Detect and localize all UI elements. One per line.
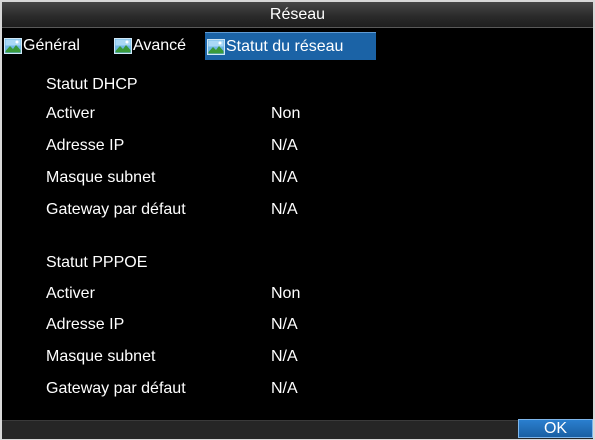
dhcp-subnet-value: N/A bbox=[271, 169, 298, 186]
network-dialog: Réseau Général Avancé Statut du réseau S… bbox=[0, 0, 595, 440]
pppoe-enable-value: Non bbox=[271, 285, 301, 302]
dhcp-section-heading: Statut DHCP bbox=[46, 74, 546, 96]
tab-bar: Général Avancé Statut du réseau bbox=[2, 32, 593, 60]
pppoe-enable-label: Activer bbox=[46, 285, 95, 302]
dialog-title: Réseau bbox=[269, 6, 326, 23]
pppoe-heading: Statut PPPOE bbox=[46, 254, 148, 271]
dhcp-ip-label: Adresse IP bbox=[46, 137, 125, 154]
network-tab-icon bbox=[207, 38, 225, 55]
network-tab-icon bbox=[4, 38, 22, 54]
tab-general[interactable]: Général bbox=[2, 32, 109, 60]
pppoe-subnet-label: Masque subnet bbox=[46, 348, 156, 365]
pppoe-section-heading: Statut PPPOE bbox=[46, 252, 546, 274]
dhcp-gateway-label: Gateway par défaut bbox=[46, 201, 186, 218]
ok-button[interactable]: OK bbox=[518, 419, 593, 438]
tab-network-status[interactable]: Statut du réseau bbox=[205, 32, 376, 60]
pppoe-gateway-value: N/A bbox=[271, 380, 298, 397]
dhcp-enable-label: Activer bbox=[46, 105, 95, 122]
dhcp-row-gateway: Gateway par défaut N/A bbox=[46, 199, 546, 221]
dhcp-heading: Statut DHCP bbox=[46, 76, 138, 93]
dhcp-row-subnet: Masque subnet N/A bbox=[46, 167, 546, 189]
tab-general-label: Général bbox=[23, 37, 80, 54]
tab-advanced-label: Avancé bbox=[133, 37, 187, 54]
button-bar bbox=[2, 420, 593, 439]
dhcp-row-enable: Activer Non bbox=[46, 103, 546, 125]
network-tab-icon bbox=[114, 38, 132, 54]
pppoe-row-subnet: Masque subnet N/A bbox=[46, 346, 546, 368]
network-status-panel: Statut DHCP Activer Non Adresse IP N/A M… bbox=[2, 60, 593, 420]
pppoe-row-enable: Activer Non bbox=[46, 283, 546, 305]
title-bar: Réseau bbox=[2, 2, 593, 28]
dhcp-row-ip: Adresse IP N/A bbox=[46, 135, 546, 157]
dhcp-gateway-value: N/A bbox=[271, 201, 298, 218]
pppoe-row-gateway: Gateway par défaut N/A bbox=[46, 378, 546, 400]
pppoe-gateway-label: Gateway par défaut bbox=[46, 380, 186, 397]
tab-advanced[interactable]: Avancé bbox=[112, 32, 204, 60]
dhcp-subnet-label: Masque subnet bbox=[46, 169, 156, 186]
pppoe-ip-value: N/A bbox=[271, 316, 298, 333]
pppoe-subnet-value: N/A bbox=[271, 348, 298, 365]
dhcp-enable-value: Non bbox=[271, 105, 301, 122]
dhcp-ip-value: N/A bbox=[271, 137, 298, 154]
pppoe-row-ip: Adresse IP N/A bbox=[46, 314, 546, 336]
tab-network-status-label: Statut du réseau bbox=[226, 37, 344, 55]
pppoe-ip-label: Adresse IP bbox=[46, 316, 125, 333]
